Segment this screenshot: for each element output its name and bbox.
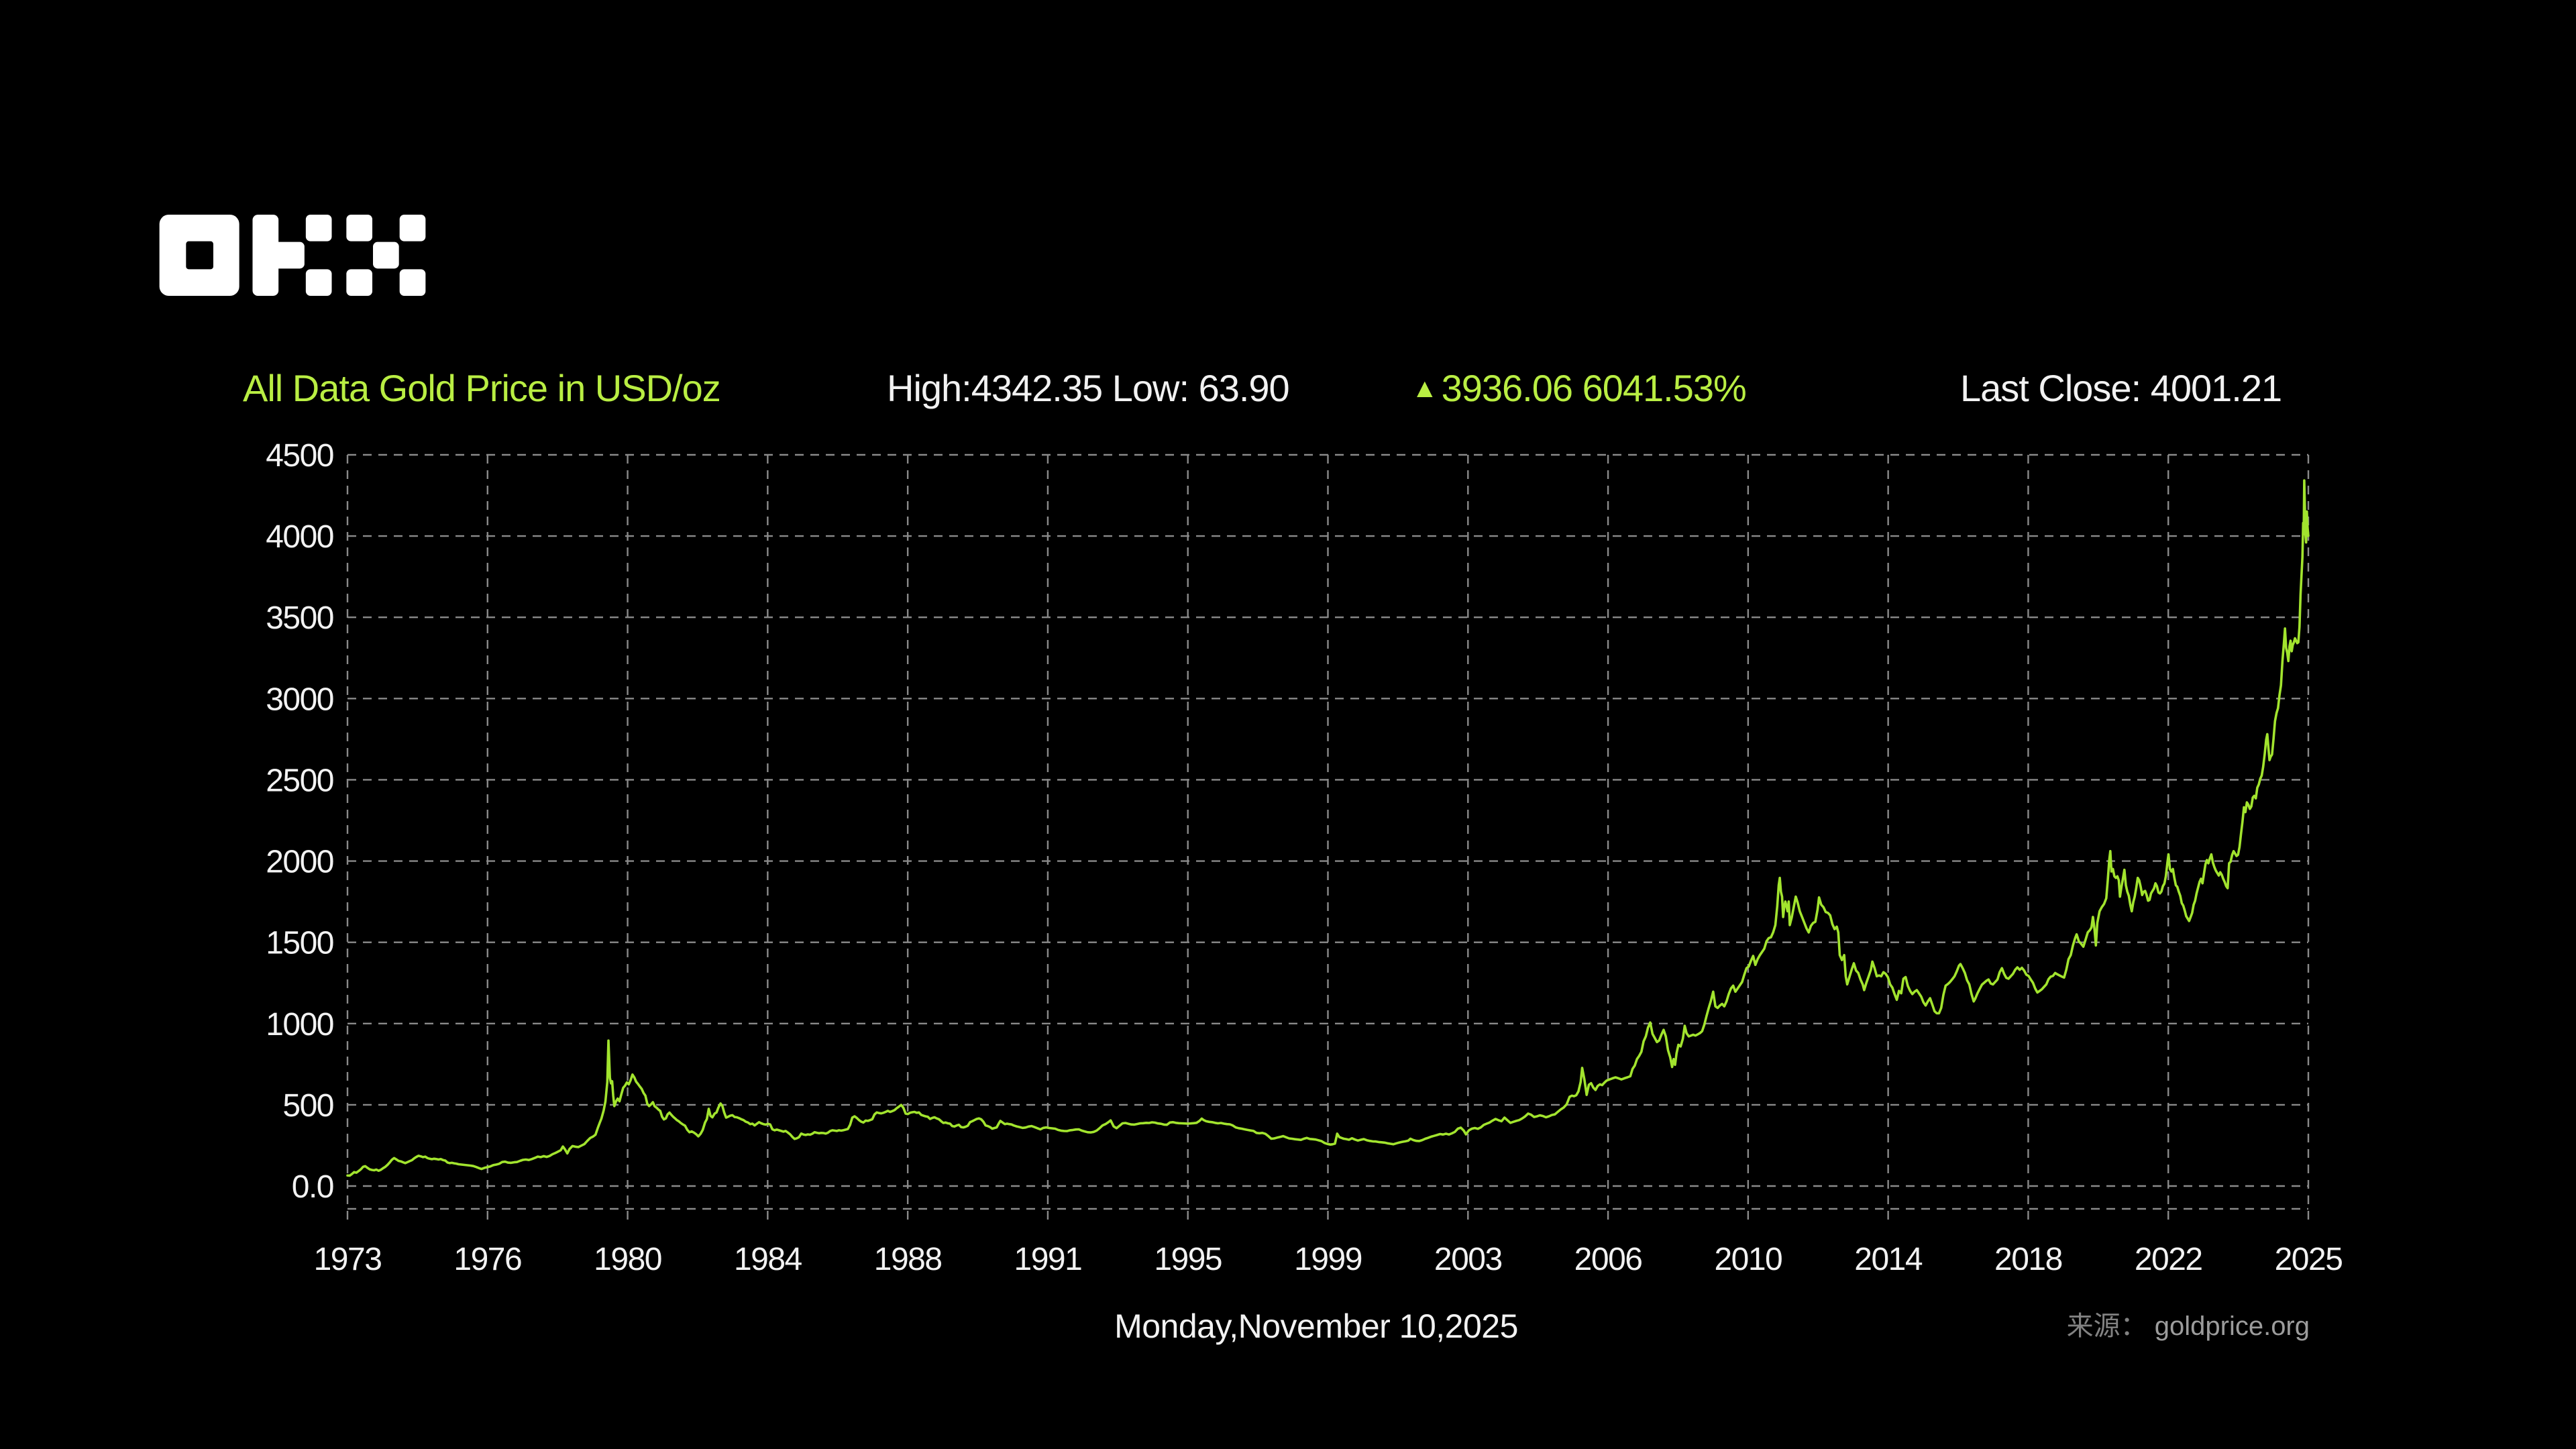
x-axis-label: 1991 — [1014, 1242, 1082, 1277]
x-axis-label: 2014 — [1854, 1242, 1923, 1277]
gold-price-chart: 4500 4000 3500 3000 2500 2000 1500 1000 500 0.0 19… — [0, 0, 2576, 1449]
y-axis-label: 4000 — [266, 519, 333, 555]
x-axis-label: 2003 — [1434, 1242, 1502, 1277]
y-axis-label: 1500 — [266, 926, 333, 961]
x-axis-label: 2018 — [1994, 1242, 2062, 1277]
x-axis-label: 1999 — [1294, 1242, 1362, 1277]
source-name: goldprice.org — [2155, 1311, 2310, 1341]
source-label: 来源： — [2067, 1311, 2155, 1341]
x-axis-label: 1984 — [734, 1242, 802, 1277]
x-axis-label: 2025 — [2275, 1242, 2343, 1277]
x-axis-label: 1973 — [314, 1242, 382, 1277]
y-axis-label: 3500 — [266, 600, 333, 636]
y-axis-label: 2500 — [266, 763, 333, 798]
x-axis-label: 2010 — [1714, 1242, 1782, 1277]
source-credit: 来源： goldprice.org — [2067, 1304, 2310, 1343]
x-axis-label: 1976 — [453, 1242, 521, 1277]
x-axis-label: 1980 — [594, 1242, 661, 1277]
x-axis-label: 1988 — [874, 1242, 942, 1277]
x-axis-label: 1995 — [1154, 1242, 1222, 1277]
y-axis-label: 2000 — [266, 845, 333, 880]
y-axis-label: 0.0 — [292, 1169, 333, 1205]
y-axis-label: 1000 — [266, 1007, 333, 1042]
y-axis-label: 3000 — [266, 682, 333, 717]
y-axis-label: 500 — [282, 1088, 333, 1124]
x-axis-label: 2006 — [1574, 1242, 1642, 1277]
y-axis-label: 4500 — [266, 438, 333, 474]
x-axis-label: 2022 — [2135, 1242, 2202, 1277]
